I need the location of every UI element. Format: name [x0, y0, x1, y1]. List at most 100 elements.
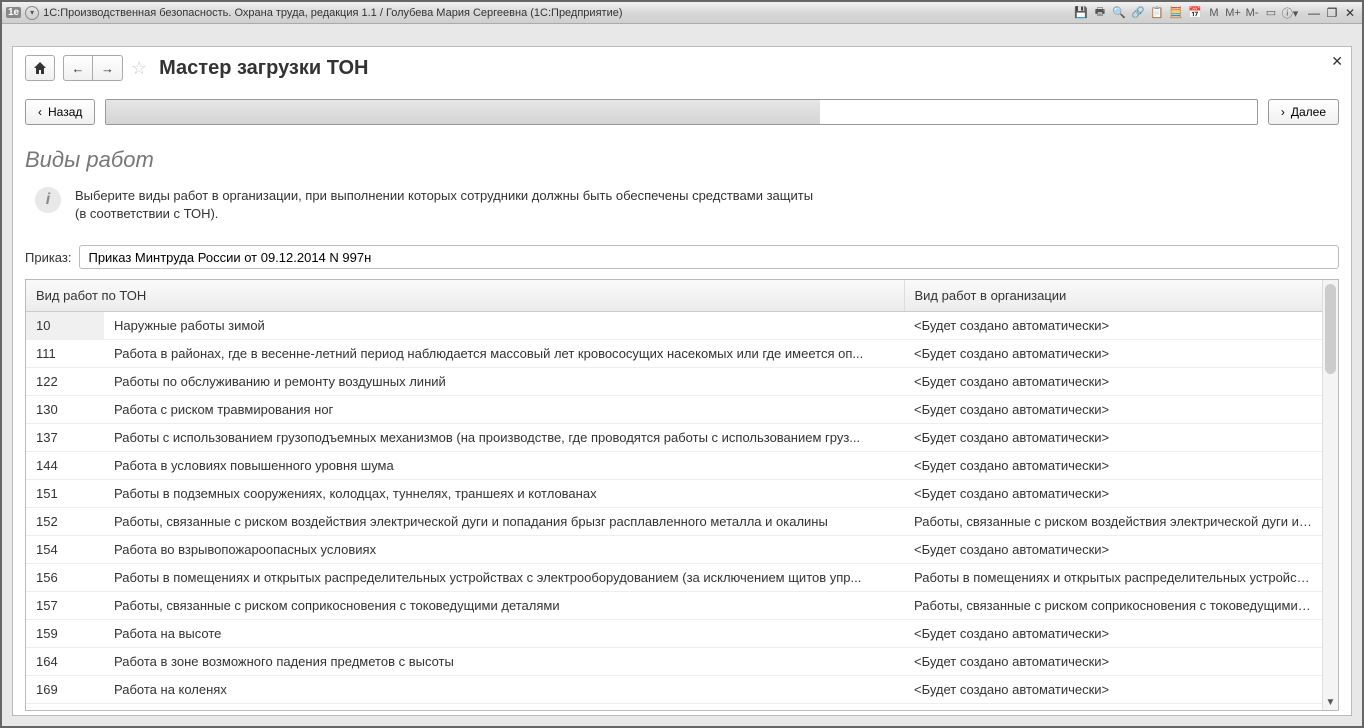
cell-org: <Будет создано автоматически>: [904, 340, 1322, 368]
cell-org: <Будет создано автоматически>: [904, 312, 1322, 340]
cell-org: <Будет создано автоматически>: [904, 368, 1322, 396]
copy-icon[interactable]: 📋: [1149, 5, 1165, 21]
cell-description: Работы по обслуживанию и ремонту воздушн…: [104, 368, 904, 396]
m-minus-button[interactable]: M-: [1244, 5, 1260, 21]
cell-description: Работа во взрывопожароопасных условиях: [104, 536, 904, 564]
cell-code: 169: [26, 676, 104, 704]
cell-org: <Будет создано автоматически>: [904, 620, 1322, 648]
cell-description: Работа на высоте: [104, 620, 904, 648]
scrollbar-thumb[interactable]: [1325, 284, 1336, 374]
wizard-back-button[interactable]: ‹ Назад: [25, 99, 95, 125]
cell-description: Работы, связанные с риском воздействия э…: [104, 508, 904, 536]
cell-code: 137: [26, 424, 104, 452]
table-row[interactable]: 169Работа на коленях<Будет создано автом…: [26, 676, 1322, 704]
cell-description: Работа с риском травмирования ног: [104, 396, 904, 424]
table-row[interactable]: 156Работы в помещениях и открытых распре…: [26, 564, 1322, 592]
cell-code: 111: [26, 340, 104, 368]
table-row[interactable]: 122Работы по обслуживанию и ремонту возд…: [26, 368, 1322, 396]
cell-org: <Будет создано автоматически>: [904, 396, 1322, 424]
page-title: Мастер загрузки ТОН: [159, 57, 368, 80]
order-field[interactable]: Приказ Минтруда России от 09.12.2014 N 9…: [79, 245, 1339, 269]
wizard-next-button[interactable]: › Далее: [1268, 99, 1339, 125]
save-icon[interactable]: 💾: [1073, 5, 1089, 21]
table-row[interactable]: 159Работа на высоте<Будет создано автома…: [26, 620, 1322, 648]
close-window-button[interactable]: ✕: [1342, 5, 1358, 21]
cell-description: Наружные работы зимой: [104, 312, 904, 340]
cell-description: Работа в зоне возможного падения предмет…: [104, 648, 904, 676]
chevron-left-icon: ‹: [38, 105, 42, 119]
titlebar: 1e ▾ 1С:Производственная безопасность. О…: [2, 2, 1362, 24]
cell-org: <Будет создано автоматически>: [904, 536, 1322, 564]
cell-description: Работы с использованием грузоподъемных м…: [104, 424, 904, 452]
cell-code: 156: [26, 564, 104, 592]
calendar-icon[interactable]: 📅: [1187, 5, 1203, 21]
cell-description: Работа в районах, где в весенне-летний п…: [104, 340, 904, 368]
calculator-icon[interactable]: 🧮: [1168, 5, 1184, 21]
cell-org: Работы, связанные с риском соприкосновен…: [904, 592, 1322, 620]
cell-code: 130: [26, 396, 104, 424]
cell-code: 151: [26, 480, 104, 508]
scroll-down-arrow[interactable]: ▼: [1323, 697, 1338, 708]
cell-org: <Будет создано автоматически>: [904, 424, 1322, 452]
info-dropdown-icon[interactable]: ⓘ▾: [1282, 5, 1298, 21]
maximize-button[interactable]: ❐: [1324, 5, 1340, 21]
cell-description: Работа в условиях повышенного уровня шум…: [104, 452, 904, 480]
preview-icon[interactable]: 🔍: [1111, 5, 1127, 21]
system-toolbar: 💾 🖶 🔍 🔗 📋 🧮 📅 M M+ M- ▭ ⓘ▾: [1073, 5, 1298, 21]
column-header-org[interactable]: Вид работ в организации: [904, 280, 1322, 312]
cell-org: <Будет создано автоматически>: [904, 452, 1322, 480]
table-row[interactable]: 111Работа в районах, где в весенне-летни…: [26, 340, 1322, 368]
info-icon: i: [35, 187, 61, 213]
table-row[interactable]: 151Работы в подземных сооружениях, колод…: [26, 480, 1322, 508]
cell-code: 157: [26, 592, 104, 620]
vertical-scrollbar[interactable]: ▼: [1322, 280, 1338, 710]
cell-description: Работа на коленях: [104, 676, 904, 704]
favorite-star-icon[interactable]: ☆: [131, 58, 147, 79]
cell-code: 122: [26, 368, 104, 396]
table-row[interactable]: 152Работы, связанные с риском воздействи…: [26, 508, 1322, 536]
cell-description: Работы, связанные с риском соприкосновен…: [104, 592, 904, 620]
app-window: 1e ▾ 1С:Производственная безопасность. О…: [0, 0, 1364, 728]
cell-org: Работы в помещениях и открытых распредел…: [904, 564, 1322, 592]
wizard-progress-fill: [106, 100, 819, 124]
cell-description: Работы в помещениях и открытых распредел…: [104, 564, 904, 592]
cell-code: 144: [26, 452, 104, 480]
nav-forward-button[interactable]: →: [93, 55, 123, 81]
cell-code: 152: [26, 508, 104, 536]
hint-line-1: Выберите виды работ в организации, при в…: [75, 187, 813, 205]
window-title: 1С:Производственная безопасность. Охрана…: [43, 7, 622, 19]
table-row[interactable]: 137Работы с использованием грузоподъемны…: [26, 424, 1322, 452]
table-row[interactable]: 154Работа во взрывопожароопасных условия…: [26, 536, 1322, 564]
column-header-ton[interactable]: Вид работ по ТОН: [26, 280, 904, 312]
cell-code: 154: [26, 536, 104, 564]
nav-back-button[interactable]: ←: [63, 55, 93, 81]
cell-code: 159: [26, 620, 104, 648]
app-menu-dropdown[interactable]: ▾: [25, 6, 39, 20]
cell-org: Работы, связанные с риском воздействия э…: [904, 508, 1322, 536]
minimize-button[interactable]: —: [1306, 5, 1322, 21]
cell-org: <Будет создано автоматически>: [904, 480, 1322, 508]
m-button[interactable]: M: [1206, 5, 1222, 21]
hint-row: i Выберите виды работ в организации, при…: [25, 187, 1339, 223]
table-row[interactable]: 10Наружные работы зимой<Будет создано ав…: [26, 312, 1322, 340]
wizard-next-label: Далее: [1291, 105, 1326, 119]
table-row[interactable]: 144Работа в условиях повышенного уровня …: [26, 452, 1322, 480]
page-close-button[interactable]: ✕: [1331, 53, 1343, 70]
home-icon: [32, 60, 48, 76]
hint-line-2: (в соответствии с ТОН).: [75, 205, 813, 223]
cell-code: 10: [26, 312, 104, 340]
m-plus-button[interactable]: M+: [1225, 5, 1241, 21]
order-value: Приказ Минтруда России от 09.12.2014 N 9…: [88, 250, 371, 265]
panels-icon[interactable]: ▭: [1263, 5, 1279, 21]
print-icon[interactable]: 🖶: [1092, 5, 1108, 21]
section-title: Виды работ: [25, 147, 1339, 173]
page-content: ✕ ← → ☆ Мастер загрузки ТОН ‹ Назад › Да…: [12, 46, 1352, 716]
home-button[interactable]: [25, 55, 55, 81]
table-row[interactable]: 157Работы, связанные с риском соприкосно…: [26, 592, 1322, 620]
logo-1c: 1e: [6, 7, 21, 18]
link-icon[interactable]: 🔗: [1130, 5, 1146, 21]
chevron-right-icon: ›: [1281, 105, 1285, 119]
table-row[interactable]: 130Работа с риском травмирования ног<Буд…: [26, 396, 1322, 424]
cell-org: <Будет создано автоматически>: [904, 676, 1322, 704]
table-row[interactable]: 164Работа в зоне возможного падения пред…: [26, 648, 1322, 676]
